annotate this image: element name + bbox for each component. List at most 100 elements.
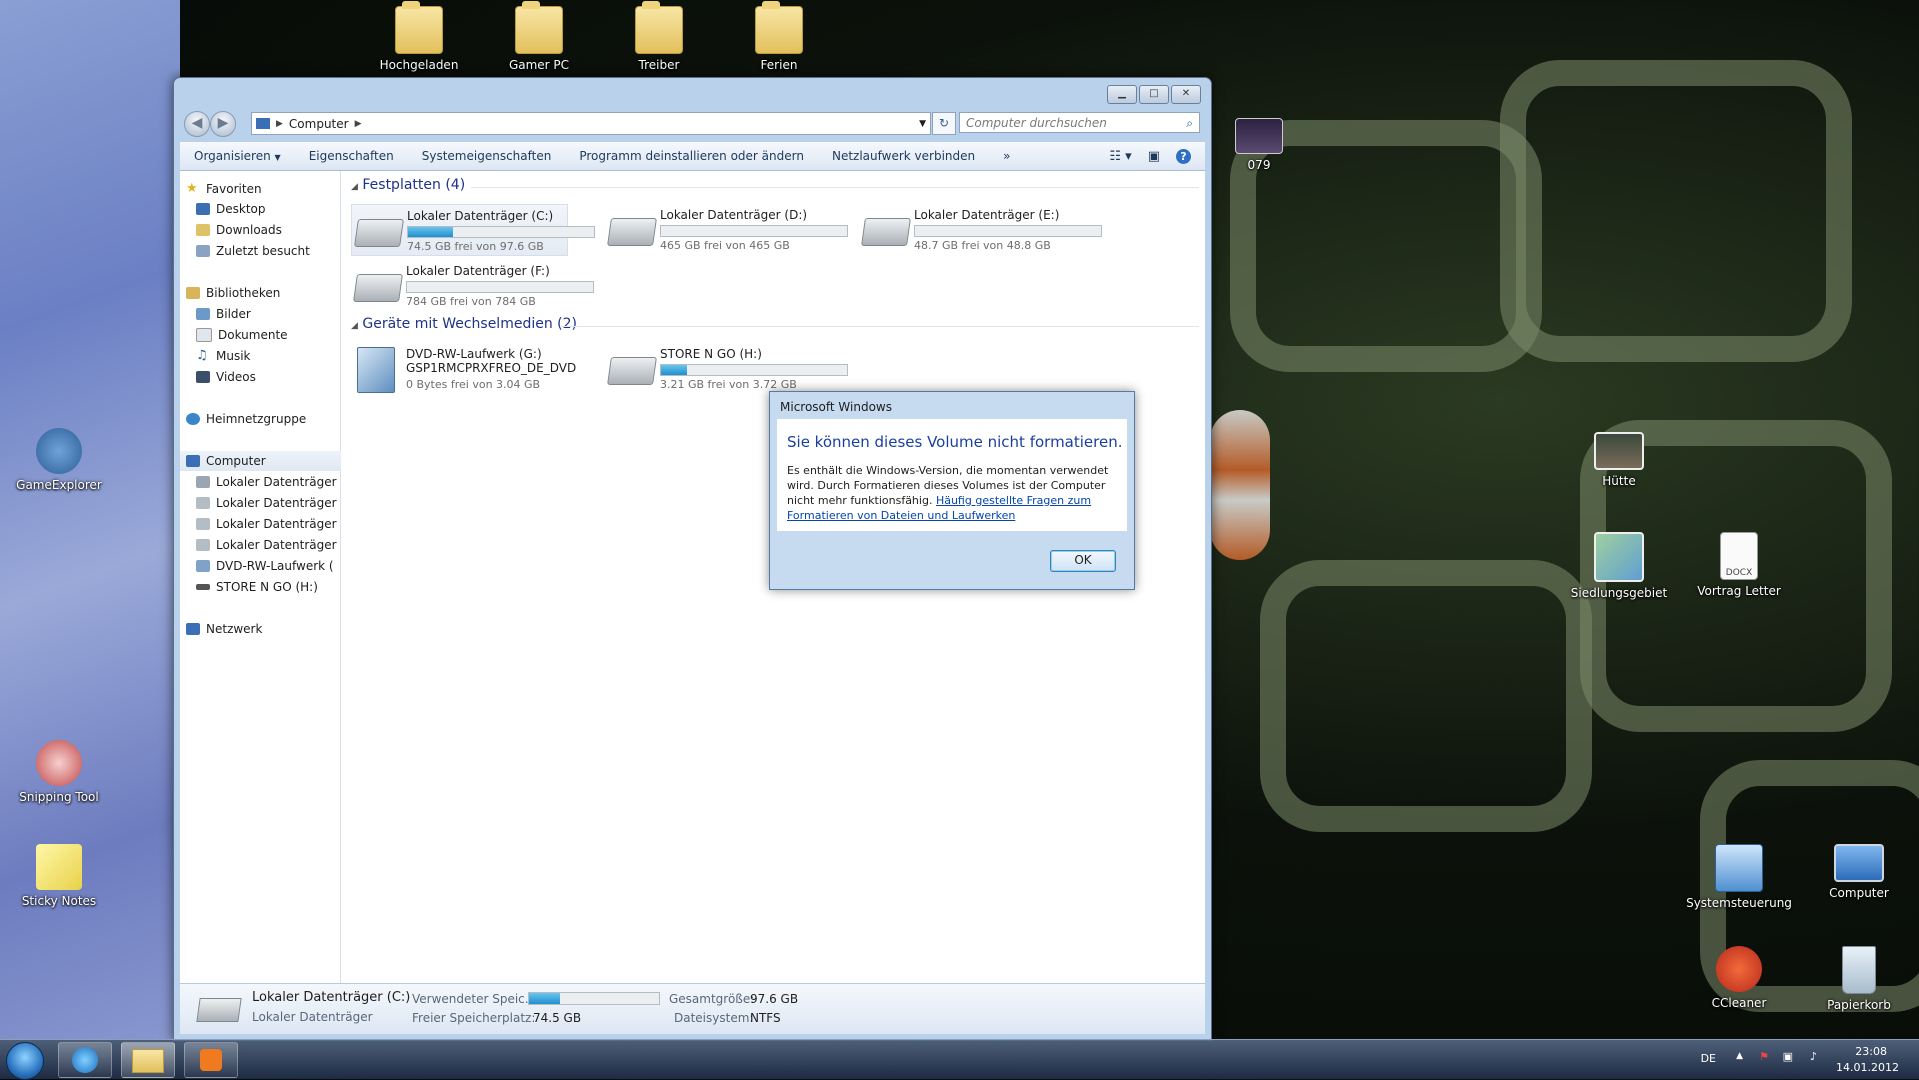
map-network-drive-button[interactable]: Netzlaufwerk verbinden xyxy=(818,149,989,163)
drive-tile-usb[interactable]: STORE N GO (H:) 3.21 GB frei von 3.72 GB xyxy=(605,343,848,393)
hard-drive-icon xyxy=(353,274,403,302)
desktop-icon-systemsteuerung[interactable]: Systemsteuerung xyxy=(1684,844,1794,910)
map-icon xyxy=(1594,532,1644,582)
breadcrumb-computer[interactable]: Computer xyxy=(289,117,349,131)
explorer-taskbar-button[interactable] xyxy=(121,1042,175,1078)
drive-usage-bar xyxy=(660,225,848,237)
desktop-icon-079[interactable]: 079 xyxy=(1204,118,1314,172)
organize-button[interactable]: Organisieren ▼ xyxy=(180,149,295,163)
desktop-icon-ccleaner[interactable]: CCleaner xyxy=(1684,946,1794,1010)
system-properties-button[interactable]: Systemeigenschaften xyxy=(408,149,566,163)
preview-pane-icon[interactable]: ▣ xyxy=(1148,149,1160,164)
search-input[interactable]: Computer durchsuchen ⌕ xyxy=(959,112,1200,133)
close-button[interactable]: ✕ xyxy=(1171,85,1201,104)
error-dialog: Microsoft Windows Sie können dieses Volu… xyxy=(769,391,1135,590)
desktop-icon-treiber[interactable]: Treiber xyxy=(604,1,714,72)
folder-icon xyxy=(515,1,563,54)
desktop-icon-snipping-tool[interactable]: Snipping Tool xyxy=(4,740,114,804)
drive-tile[interactable]: Lokaler Datenträger (D:) 465 GB frei von … xyxy=(605,204,848,254)
chevron-down-icon[interactable]: ▼ xyxy=(919,119,926,129)
refresh-button[interactable]: ↻ xyxy=(932,112,956,135)
nav-computer[interactable]: Computer xyxy=(180,451,346,471)
desktop-icon-siedlungsgebiet[interactable]: Siedlungsgebiet xyxy=(1564,532,1674,600)
details-free-value: 74.5 GB xyxy=(533,1011,582,1025)
desktop-icon-ferien[interactable]: Ferien xyxy=(724,1,834,72)
more-commands-button[interactable]: » xyxy=(989,149,1024,163)
command-bar: Organisieren ▼ Eigenschaften Systemeigen… xyxy=(180,142,1205,171)
drive-free-space: 48.7 GB frei von 48.8 GB xyxy=(914,239,1051,252)
drive-label: GSP1RMCPRXFREO_DE_DVD xyxy=(406,361,577,375)
drive-usage-bar xyxy=(406,281,594,293)
nav-network[interactable]: Netzwerk xyxy=(186,619,346,639)
desktop-icon-gameexplorer[interactable]: GameExplorer xyxy=(4,428,114,492)
drive-usage-bar xyxy=(914,225,1102,237)
desktop-icon-huette[interactable]: Hütte xyxy=(1564,432,1674,488)
dvd-drive-icon xyxy=(357,347,395,393)
usb-drive-icon xyxy=(607,357,657,385)
nav-libraries[interactable]: Bibliotheken xyxy=(186,283,346,303)
ok-button[interactable]: OK xyxy=(1050,550,1116,572)
nav-drive-e[interactable]: Lokaler Datenträger xyxy=(196,514,356,534)
drive-name: DVD-RW-Laufwerk (G:) xyxy=(406,347,542,361)
desktop-icon-papierkorb[interactable]: Papierkorb xyxy=(1804,946,1914,1012)
hard-drive-icon xyxy=(196,518,210,530)
computer-monitor-icon xyxy=(1834,844,1884,882)
action-center-flag-icon[interactable]: ⚑ xyxy=(1759,1050,1769,1063)
drive-tile[interactable]: Lokaler Datenträger (E:) 48.7 GB frei von… xyxy=(859,204,1102,254)
language-indicator[interactable]: DE xyxy=(1701,1052,1716,1065)
drive-usage-fill xyxy=(408,227,453,237)
nav-downloads[interactable]: Downloads xyxy=(196,220,356,240)
nav-usb-drive[interactable]: STORE N GO (H:) xyxy=(196,577,356,597)
nav-recent[interactable]: Zuletzt besucht xyxy=(196,241,356,261)
uninstall-program-button[interactable]: Programm deinstallieren oder ändern xyxy=(565,149,818,163)
desktop-icon-gamer-pc[interactable]: Gamer PC xyxy=(484,1,594,72)
nav-desktop[interactable]: Desktop xyxy=(196,199,356,219)
clock-date[interactable]: 14.01.2012 xyxy=(1836,1061,1899,1074)
maximize-button[interactable]: □ xyxy=(1139,85,1169,104)
internet-explorer-taskbar-button[interactable] xyxy=(58,1042,112,1078)
nav-favorites[interactable]: ★ Favoriten xyxy=(186,179,346,199)
details-drive-name: Lokaler Datenträger (C:) xyxy=(252,990,411,1005)
usb-drive-icon xyxy=(196,584,210,590)
dialog-body: Sie können dieses Volume nicht formatier… xyxy=(777,419,1127,531)
clock-time[interactable]: 23:08 xyxy=(1855,1045,1887,1058)
show-hidden-icons-icon[interactable]: ▲ xyxy=(1736,1051,1743,1061)
properties-button[interactable]: Eigenschaften xyxy=(295,149,408,163)
nav-documents[interactable]: Dokumente xyxy=(196,325,356,345)
drive-tile-dvd[interactable]: DVD-RW-Laufwerk (G:) GSP1RMCPRXFREO_DE_DV… xyxy=(351,343,576,393)
nav-videos[interactable]: Videos xyxy=(196,367,356,387)
control-panel-icon xyxy=(1715,844,1763,892)
forward-button[interactable]: ▶ xyxy=(210,111,236,137)
network-tray-icon[interactable]: ▣ xyxy=(1783,1050,1793,1063)
drive-usage-fill xyxy=(661,365,688,375)
start-button[interactable] xyxy=(6,1042,44,1080)
view-options-icon[interactable]: ☷ ▾ xyxy=(1109,149,1131,164)
chevron-right-icon: ▶ xyxy=(276,118,283,129)
chevron-right-icon[interactable]: ▶ xyxy=(355,119,362,129)
drive-tile[interactable]: Lokaler Datenträger (C:) 74.5 GB frei von… xyxy=(351,204,595,256)
minimize-button[interactable]: ▁ xyxy=(1107,85,1137,104)
details-pane: Lokaler Datenträger (C:) Lokaler Datentr… xyxy=(180,983,1205,1034)
media-player-taskbar-button[interactable] xyxy=(184,1042,238,1078)
recent-places-icon xyxy=(196,245,210,257)
help-icon[interactable]: ? xyxy=(1176,148,1191,164)
search-icon[interactable]: ⌕ xyxy=(1186,113,1193,134)
address-field[interactable]: ▶ Computer ▶ ▼ xyxy=(251,112,931,135)
volume-icon[interactable]: ♪ xyxy=(1810,1050,1817,1063)
ccleaner-icon xyxy=(1716,946,1762,992)
nav-drive-c[interactable]: Lokaler Datenträger xyxy=(196,472,356,492)
back-button[interactable]: ◀ xyxy=(184,111,210,137)
nav-pictures[interactable]: Bilder xyxy=(196,304,356,324)
desktop-icon-vortrag-letter[interactable]: DOCX Vortrag Letter xyxy=(1684,532,1794,598)
nav-homegroup[interactable]: Heimnetzgruppe xyxy=(186,409,346,429)
nav-dvd-drive[interactable]: DVD-RW-Laufwerk ( xyxy=(196,556,356,576)
desktop-icon-computer[interactable]: Computer xyxy=(1804,844,1914,900)
drive-free-space: 784 GB frei von 784 GB xyxy=(406,295,536,308)
desktop-icon-sticky-notes[interactable]: Sticky Notes xyxy=(4,844,114,908)
drive-tile[interactable]: Lokaler Datenträger (F:) 784 GB frei von … xyxy=(351,260,594,310)
nav-drive-d[interactable]: Lokaler Datenträger xyxy=(196,493,356,513)
libraries-icon xyxy=(186,287,200,299)
nav-drive-f[interactable]: Lokaler Datenträger xyxy=(196,535,356,555)
nav-music[interactable]: ♫ Musik xyxy=(196,346,356,366)
desktop-icon-hochgeladen[interactable]: Hochgeladen xyxy=(364,1,474,72)
